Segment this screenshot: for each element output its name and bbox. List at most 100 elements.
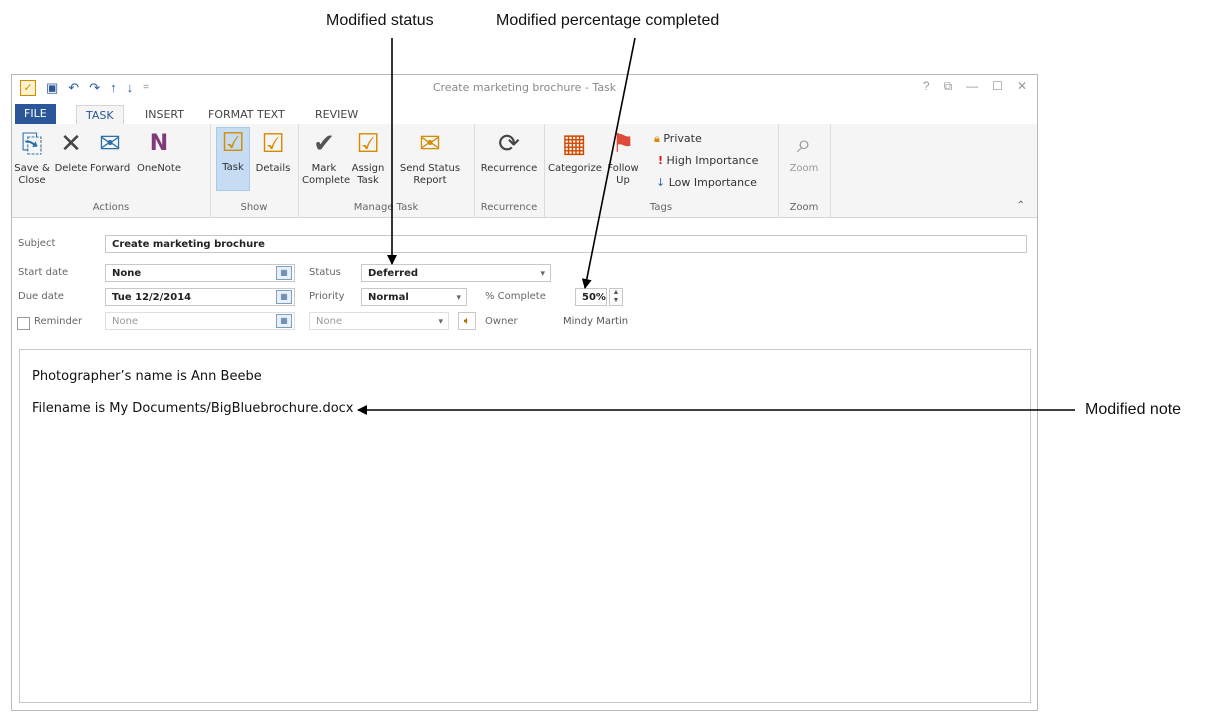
forward-icon: ✉	[99, 129, 121, 159]
group-zoom: ⌕ Zoom Zoom	[778, 124, 831, 217]
follow-up-button[interactable]: ⚑ Follow Up	[604, 129, 642, 187]
window-title: Create marketing brochure - Task	[432, 81, 617, 94]
group-tags: ▦ Categorize ⚑ Follow Up 🔒︎ Private ! Hi…	[544, 124, 779, 217]
restore-ribbon-icon[interactable]: ⧉	[944, 79, 953, 94]
percent-complete-label: % Complete	[485, 291, 546, 302]
task-window: ✓ ▣ ↶ ↷ ↑ ↓ = Create marketing brochure …	[11, 74, 1038, 711]
mark-complete-label: Mark Complete	[302, 163, 351, 186]
onenote-label: OneNote	[136, 163, 182, 174]
group-manage-task: ✔ Mark Complete ☑ Assign Task ✉ Send Sta…	[298, 124, 475, 217]
group-label-recurrence: Recurrence	[480, 202, 538, 213]
reminder-calendar-icon[interactable]: ▦	[276, 314, 292, 328]
categorize-icon: ▦	[561, 129, 587, 159]
save-close-button[interactable]: ⎘ Save & Close	[14, 129, 50, 187]
private-label: Private	[663, 132, 702, 145]
details-label: Details	[255, 163, 291, 174]
due-date-calendar-icon[interactable]: ▦	[276, 290, 292, 304]
categorize-button[interactable]: ▦ Categorize	[548, 129, 602, 175]
task-view-icon: ☑	[221, 128, 245, 158]
magnifier-icon: ⌕	[796, 129, 812, 159]
forward-label: Forward	[90, 163, 131, 174]
high-importance-button[interactable]: ! High Importance	[658, 154, 758, 167]
due-date-field[interactable]: Tue 12/2/2014	[105, 288, 295, 306]
tab-insert[interactable]: INSERT	[136, 105, 193, 124]
onenote-icon: N	[149, 131, 169, 156]
chevron-down-icon: ▾	[456, 293, 461, 303]
callout-modified-status: Modified status	[326, 12, 434, 29]
window-controls: ? ⧉ — ☐ ✕	[923, 79, 1027, 94]
send-status-report-button[interactable]: ✉ Send Status Report	[390, 129, 470, 187]
due-date-label: Due date	[18, 291, 64, 302]
reminder-sound-icon[interactable]: 🔈︎	[458, 312, 476, 330]
zoom-label: Zoom	[789, 163, 819, 174]
mark-complete-button[interactable]: ✔ Mark Complete	[302, 129, 350, 187]
forward-button[interactable]: ✉ Forward	[90, 129, 130, 175]
tab-format-text[interactable]: FORMAT TEXT	[199, 105, 294, 124]
save-close-label: Save & Close	[14, 163, 50, 186]
status-label: Status	[309, 267, 341, 278]
checkmark-icon: ✔	[313, 129, 335, 159]
assign-task-label: Assign Task	[351, 163, 385, 186]
delete-label: Delete	[54, 163, 88, 174]
help-icon[interactable]: ?	[923, 79, 930, 94]
task-notes-area[interactable]: Photographer’s name is Ann Beebe Filenam…	[19, 349, 1031, 703]
start-date-calendar-icon[interactable]: ▦	[276, 266, 292, 280]
recurrence-button[interactable]: ⟳ Recurrence	[479, 129, 539, 175]
task-view-button[interactable]: ☑ Task	[216, 127, 250, 191]
note-line-filename: Filename is My Documents/BigBluebrochure…	[32, 401, 354, 416]
percent-complete-spinner[interactable]: ▲ ▼	[609, 288, 623, 306]
chevron-down-icon: ▾	[540, 269, 545, 279]
zoom-button[interactable]: ⌕ Zoom	[784, 129, 824, 175]
send-status-icon: ✉	[419, 129, 441, 159]
reminder-date-field[interactable]: None	[105, 312, 295, 330]
owner-value: Mindy Martin	[563, 316, 629, 327]
priority-value: Normal	[368, 292, 409, 303]
assign-task-icon: ☑	[356, 129, 380, 159]
flag-icon: ⚑	[611, 129, 635, 159]
priority-dropdown[interactable]: Normal ▾	[361, 288, 467, 306]
reminder-time-value: None	[316, 316, 343, 327]
owner-label: Owner	[485, 316, 518, 327]
minimize-icon[interactable]: —	[966, 79, 978, 94]
tab-task[interactable]: TASK	[76, 105, 124, 126]
start-date-field[interactable]: None	[105, 264, 295, 282]
low-importance-icon: ↓	[656, 176, 666, 189]
group-show: ☑ Task ☑ Details Show	[210, 124, 299, 217]
lock-icon: 🔒︎	[654, 132, 660, 145]
group-label-zoom: Zoom	[789, 202, 819, 213]
status-dropdown[interactable]: Deferred ▾	[361, 264, 551, 282]
assign-task-button[interactable]: ☑ Assign Task	[350, 129, 386, 187]
reminder-checkbox[interactable]	[17, 317, 30, 330]
collapse-ribbon-icon[interactable]: ⌃	[1017, 200, 1025, 211]
subject-field[interactable]: Create marketing brochure	[105, 235, 1027, 253]
callout-modified-percentage: Modified percentage completed	[496, 12, 720, 29]
group-label-manage-task: Manage Task	[353, 202, 419, 213]
private-button[interactable]: 🔒︎ Private	[654, 132, 702, 146]
recurrence-icon: ⟳	[498, 129, 520, 159]
high-importance-icon: !	[658, 154, 664, 167]
group-recurrence: ⟳ Recurrence Recurrence	[474, 124, 545, 217]
group-actions: ⎘ Save & Close ✕ Delete ✉ Forward N OneN…	[12, 124, 211, 217]
task-view-label: Task	[222, 162, 244, 173]
subject-label: Subject	[18, 238, 56, 249]
follow-up-label: Follow Up	[607, 163, 639, 186]
close-icon[interactable]: ✕	[1017, 79, 1027, 94]
callout-modified-note: Modified note	[1085, 401, 1182, 418]
ribbon-tabs: FILE TASK INSERT FORMAT TEXT REVIEW	[12, 102, 1037, 126]
reminder-label: Reminder	[34, 316, 83, 327]
high-importance-label: High Importance	[666, 154, 759, 167]
details-button[interactable]: ☑ Details	[254, 129, 292, 175]
ribbon: ⎘ Save & Close ✕ Delete ✉ Forward N OneN…	[12, 124, 1037, 218]
note-line-photographer: Photographer’s name is Ann Beebe	[32, 369, 262, 384]
categorize-label: Categorize	[548, 163, 602, 174]
maximize-icon[interactable]: ☐	[992, 79, 1003, 94]
low-importance-button[interactable]: ↓ Low Importance	[656, 176, 757, 189]
onenote-button[interactable]: N OneNote	[134, 129, 184, 175]
chevron-down-icon: ▾	[438, 317, 443, 327]
percent-complete-field[interactable]: 50%	[575, 288, 607, 306]
tab-file[interactable]: FILE	[15, 104, 56, 124]
reminder-time-dropdown[interactable]: None ▾	[309, 312, 449, 330]
tab-review[interactable]: REVIEW	[306, 105, 367, 124]
delete-button[interactable]: ✕ Delete	[54, 129, 88, 175]
group-label-actions: Actions	[92, 202, 130, 213]
